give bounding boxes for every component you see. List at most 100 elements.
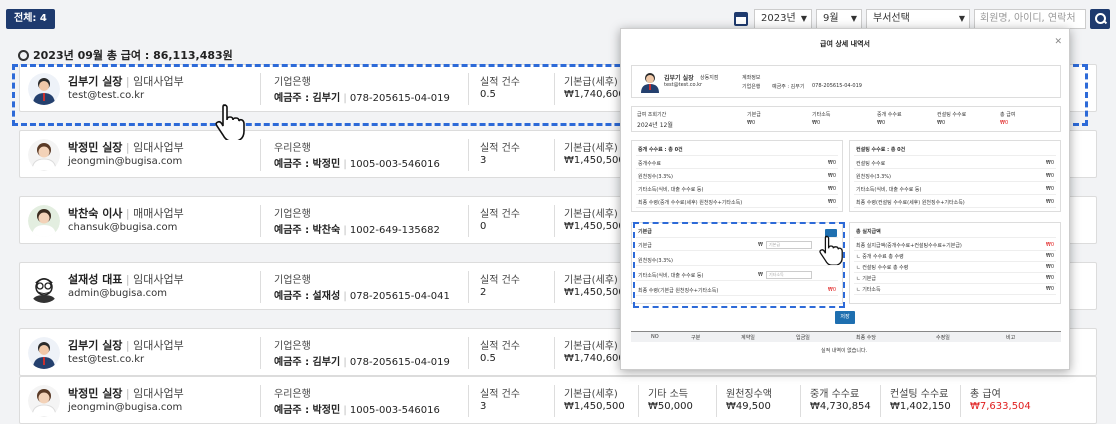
search-input[interactable]: 회원명, 아이디, 연락처 [974,9,1086,29]
avatar [28,139,60,171]
divider [260,271,261,303]
total-count-button[interactable]: 전체: 4 [6,9,55,29]
base-pay-label: 기본급(세후) [564,209,618,220]
account-number: 1002-649-135682 [349,225,440,236]
stats-box: 급여 조회기간 2024년 12월 기본급 ₩0 기타소득 ₩0 중개 수수료 … [631,106,1061,132]
salary-detail-modal: 급여 상세 내역서 ✕ 김부기 실장 상동지점 test@test.co.kr … [620,28,1070,370]
fee-row-label: 최종 수령(중개 수수료(세후) 원천징수+기타소득) [638,200,743,206]
employee-name: 설재성 대표 [68,273,123,286]
perf-value: 3 [480,155,487,166]
divider [554,205,555,237]
empty-message: 실적 내역이 없습니다. [821,348,868,354]
summary-text: 2023년 09월 총 급여 : 86,113,483원 [33,49,233,62]
divider [854,261,1056,262]
bank-name: 우리은행 [274,143,311,154]
divider [636,194,838,195]
extra-value: ₩4,730,854 [810,401,871,412]
fee-row-label: 기타소득(식비, 대출 수수료 등) [638,187,704,193]
table-header-cell: NO [651,334,659,340]
avatar [28,337,60,369]
divider [468,337,469,369]
table-header-cell: 입금일 [796,335,810,341]
search-button[interactable] [1090,9,1110,29]
employee-email: chansuk@bugisa.com [68,222,178,233]
divider [468,139,469,171]
modal-title: 급여 상세 내역서 [820,40,870,48]
box-title: 중개 수수료 : 총 0건 [638,147,683,153]
divider [260,337,261,369]
base-pay-label: 기본급(세후) [564,341,618,352]
divider [468,385,469,417]
fee-row-label: 최종 수령(컨설팅 수수료(세후) 원천징수+기타소득) [856,200,965,206]
employee-name-line: 김부기 실장 | 임대사업부 [68,339,184,352]
stat-value: ₩0 [937,120,946,126]
fee-row-value: ₩0 [1045,173,1054,179]
month-select[interactable]: 9월 ▼ [816,9,862,29]
perf-label: 실적 건수 [480,209,520,220]
employee-dept: 임대사업부 [133,141,184,154]
divider [854,194,1056,195]
extra-label: 중개 수수료 [810,389,860,400]
divider [854,250,1056,251]
account-line: 예금주 : 박정민 | 1005-003-546016 [274,405,440,416]
bank-name: 기업은행 [274,209,311,220]
employee-email: test@test.co.kr [68,354,145,365]
profile-account: 078-205615-04-019 [812,83,862,89]
hand-cursor-icon [819,235,843,265]
divider [554,139,555,171]
employee-dept: 임대사업부 [133,273,184,286]
chevron-down-icon: ▼ [850,14,857,23]
extra-label: 기타 소득 [648,389,688,400]
account-line: 예금주 : 설재성 | 078-205615-04-041 [274,291,450,302]
fee-row-label: ㄴ 기타소득 [856,287,881,293]
divider [260,205,261,237]
perf-label: 실적 건수 [480,341,520,352]
account-number: 1005-003-546016 [349,405,440,416]
perf-value: 2 [480,287,487,298]
stat-value-total: ₩0 [1000,120,1009,126]
fee-row-label: ㄴ 컨설팅 수수료 총 수령 [856,265,909,271]
employee-card[interactable]: 박정민 실장 | 임대사업부 jeongmin@bugisa.com 우리은행 예금주… [19,376,1097,424]
extra-value: ₩50,000 [648,401,693,412]
fee-row-value: ₩0 [1045,186,1054,192]
divider [636,207,838,208]
extra-value: ₩49,500 [726,401,771,412]
employee-name: 박정민 실장 [68,141,123,154]
stat-label: 컨설팅 수수료 [937,112,967,118]
divider [468,271,469,303]
base-pay-value: ₩1,450,500 [564,287,625,298]
profile-box: 김부기 실장 상동지점 test@test.co.kr 계좌정보 기업은행 예금… [631,65,1061,98]
year-select[interactable]: 2023년 ▼ [754,9,812,29]
divider [716,385,717,417]
fee-row-value: ₩0 [1045,242,1054,248]
employee-name-line: 박찬숙 이사 | 매매사업부 [68,207,184,220]
employee-name-line: 박정민 실장 | 임대사업부 [68,387,184,400]
period-value: 2024년 12월 [637,122,673,129]
account-holder: 예금주 : 설재성 [274,291,341,302]
fee-row-value: ₩0 [1045,199,1054,205]
divider [638,385,639,417]
box-title: 총 실지급액 [856,229,881,235]
chevron-down-icon: ▼ [958,14,965,23]
employee-name: 박찬숙 이사 [68,207,123,220]
fee-row-value: ₩0 [827,173,836,179]
employee-name-line: 박정민 실장 | 임대사업부 [68,141,184,154]
fee-row-value: ₩0 [1045,253,1054,259]
dept-select[interactable]: 부서선택 ▼ [866,9,970,29]
close-icon[interactable]: ✕ [1054,37,1062,47]
profile-email: test@test.co.kr [664,82,703,88]
save-button[interactable]: 저장 [835,311,855,324]
chevron-down-icon: ▼ [800,14,807,23]
employee-email: jeongmin@bugisa.com [68,402,183,413]
account-line: 예금주 : 김부기 | 078-205615-04-019 [274,357,450,368]
base-pay-label: 기본급(세후) [564,275,618,286]
table-header-cell: 비고 [1006,335,1016,341]
payroll-summary: 2023년 09월 총 급여 : 86,113,483원 [18,47,233,63]
account-number: 078-205615-04-041 [349,291,450,302]
avatar [28,271,60,303]
fee-row-value: ₩0 [1045,160,1054,166]
profile-holder: 예금주 : 김부기 [772,84,805,90]
perf-value: 0 [480,221,487,232]
employee-dept: 매매사업부 [133,207,184,220]
employee-name: 김부기 실장 [68,339,123,352]
